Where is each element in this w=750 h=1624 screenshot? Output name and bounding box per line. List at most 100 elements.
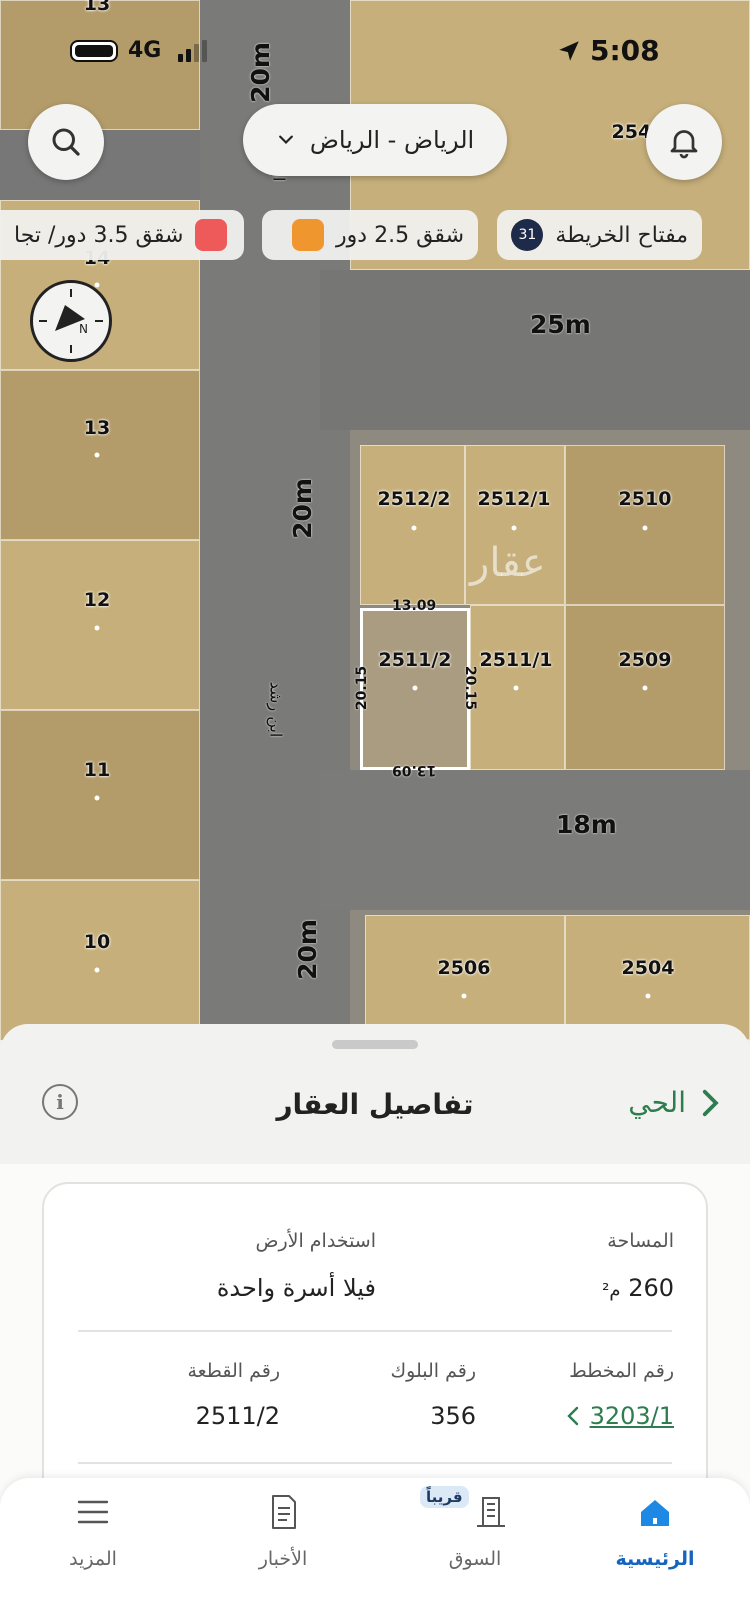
legend-chip-label: شقق 3.5 دور/ تجا	[14, 222, 184, 248]
location-arrow-icon	[559, 41, 579, 61]
plot-dot	[412, 685, 418, 691]
sheet-grabber[interactable]	[332, 1040, 418, 1049]
plot-dot	[94, 795, 100, 801]
plot-label[interactable]: 2504	[622, 957, 675, 979]
plot-dot	[511, 525, 517, 531]
tab-label: الرئيسية	[615, 1548, 695, 1570]
chevron-left-icon	[566, 1406, 578, 1426]
land-use-value: فيلا أسرة واحدة	[216, 1274, 376, 1302]
district-link[interactable]: الحي	[628, 1086, 722, 1119]
block-number-label: رقم البلوك	[390, 1360, 476, 1382]
plot-label[interactable]: 11	[84, 759, 110, 781]
legend-chip-label: شقق 2.5 دور	[336, 222, 464, 248]
map-view[interactable]: عقار 20m 20m 20m 25m 18m ابن رشد ابن ر 1…	[0, 0, 750, 1040]
plot-label[interactable]: 12	[84, 589, 110, 611]
card-divider	[78, 1462, 672, 1464]
district-link-label: الحي	[628, 1086, 686, 1119]
tab-news[interactable]: الأخبار	[208, 1478, 358, 1588]
property-details-card: المساحة 260 م² استخدام الأرض فيلا أسرة و…	[42, 1182, 708, 1512]
home-icon	[641, 1500, 669, 1526]
bottom-tab-bar: الرئيسية قريباً السوق الأخبار المزيد	[0, 1478, 750, 1624]
tab-home[interactable]: الرئيسية	[580, 1478, 730, 1588]
plot-label[interactable]: 2509	[619, 649, 672, 671]
menu-icon	[77, 1500, 109, 1524]
plot-dot	[94, 452, 100, 458]
plot-label[interactable]: 13	[84, 417, 110, 439]
city-selector-label: الرياض - الرياض	[309, 126, 475, 154]
plot-dot	[642, 685, 648, 691]
signal-icon	[178, 40, 210, 62]
compass-button[interactable]: N	[30, 280, 112, 362]
area-value: 260 م²	[602, 1274, 674, 1302]
plot-label[interactable]: 2512/2	[377, 488, 450, 510]
plot-dot	[645, 993, 651, 999]
legend-count-badge: 31	[511, 219, 544, 251]
plot-dot	[94, 967, 100, 973]
road-label-18m: 18m	[556, 810, 617, 839]
map-road	[320, 770, 750, 910]
legend-chip-apartments-3-5[interactable]: شقق 3.5 دور/ تجا	[0, 210, 244, 260]
plot-dot	[411, 525, 417, 531]
compass-icon: N	[39, 289, 103, 353]
plot-label[interactable]: 2510	[619, 488, 672, 510]
legend-chip-apartments-2-5[interactable]: شقق 2.5 دور	[262, 210, 478, 260]
map-road	[320, 270, 750, 430]
status-time: 5:08	[590, 34, 660, 67]
chevron-down-icon	[278, 135, 293, 145]
plot-label[interactable]: 2511/1	[479, 649, 552, 671]
chevron-right-icon	[702, 1089, 719, 1116]
card-divider	[78, 1330, 672, 1332]
map-parcel	[0, 880, 200, 1040]
plan-number-link[interactable]: 3203/1	[566, 1402, 674, 1430]
plot-dim-bottom: 13.09	[392, 762, 437, 778]
block-number-value: 356	[430, 1402, 476, 1430]
plot-number-label: رقم القطعة	[187, 1360, 280, 1382]
plot-dot	[513, 685, 519, 691]
street-name-label: ابن رشد	[266, 681, 286, 738]
info-button[interactable]: i	[42, 1084, 78, 1120]
road-label-mid-vertical: 20m	[287, 478, 317, 539]
tab-market[interactable]: قريباً السوق	[400, 1478, 550, 1588]
tab-label: الأخبار	[258, 1548, 308, 1570]
status-bar: 4G 5:08	[0, 0, 750, 100]
road-label-bottom-vertical: 20m	[292, 919, 322, 980]
map-parcel	[0, 710, 200, 880]
area-label: المساحة	[607, 1230, 674, 1252]
notifications-button[interactable]	[646, 104, 722, 180]
bell-icon	[670, 130, 698, 159]
tab-label: المزيد	[69, 1548, 117, 1570]
map-watermark: عقار	[470, 540, 546, 586]
search-button[interactable]	[28, 104, 104, 180]
search-icon	[52, 128, 80, 156]
road-label-25m: 25m	[530, 310, 591, 339]
orange-swatch-icon	[292, 219, 325, 251]
map-parcel	[0, 540, 200, 710]
svg-text:N: N	[79, 322, 88, 336]
plot-dim-top: 13.09	[392, 598, 437, 614]
plot-label[interactable]: 2512/1	[477, 488, 550, 510]
map-legend-button[interactable]: مفتاح الخريطة 31	[497, 210, 702, 260]
plot-label[interactable]: 2506	[438, 957, 491, 979]
coming-soon-badge: قريباً	[420, 1486, 469, 1508]
news-icon	[272, 1495, 296, 1529]
plot-label[interactable]: 10	[84, 931, 110, 953]
plot-dim-left: 20.15	[354, 665, 371, 711]
plot-number-value: 2511/2	[195, 1402, 280, 1430]
tab-more[interactable]: المزيد	[18, 1478, 168, 1588]
red-swatch-icon	[195, 219, 228, 251]
plot-dot	[461, 993, 467, 999]
plot-dim-right: 20.15	[462, 665, 479, 711]
network-type: 4G	[128, 38, 162, 63]
plot-dot	[642, 525, 648, 531]
plan-number-label: رقم المخطط	[569, 1360, 674, 1382]
tab-label: السوق	[448, 1548, 502, 1570]
map-parcel	[0, 370, 200, 540]
battery-icon	[70, 40, 118, 62]
plot-label[interactable]: 2511/2	[378, 649, 451, 671]
map-legend-label: مفتاح الخريطة	[555, 222, 688, 248]
building-icon	[477, 1497, 505, 1527]
city-selector[interactable]: الرياض - الرياض	[243, 104, 507, 176]
plot-dot	[94, 625, 100, 631]
land-use-label: استخدام الأرض	[255, 1230, 376, 1252]
sheet-header: تفاصيل العقار الحي i	[0, 1064, 750, 1144]
